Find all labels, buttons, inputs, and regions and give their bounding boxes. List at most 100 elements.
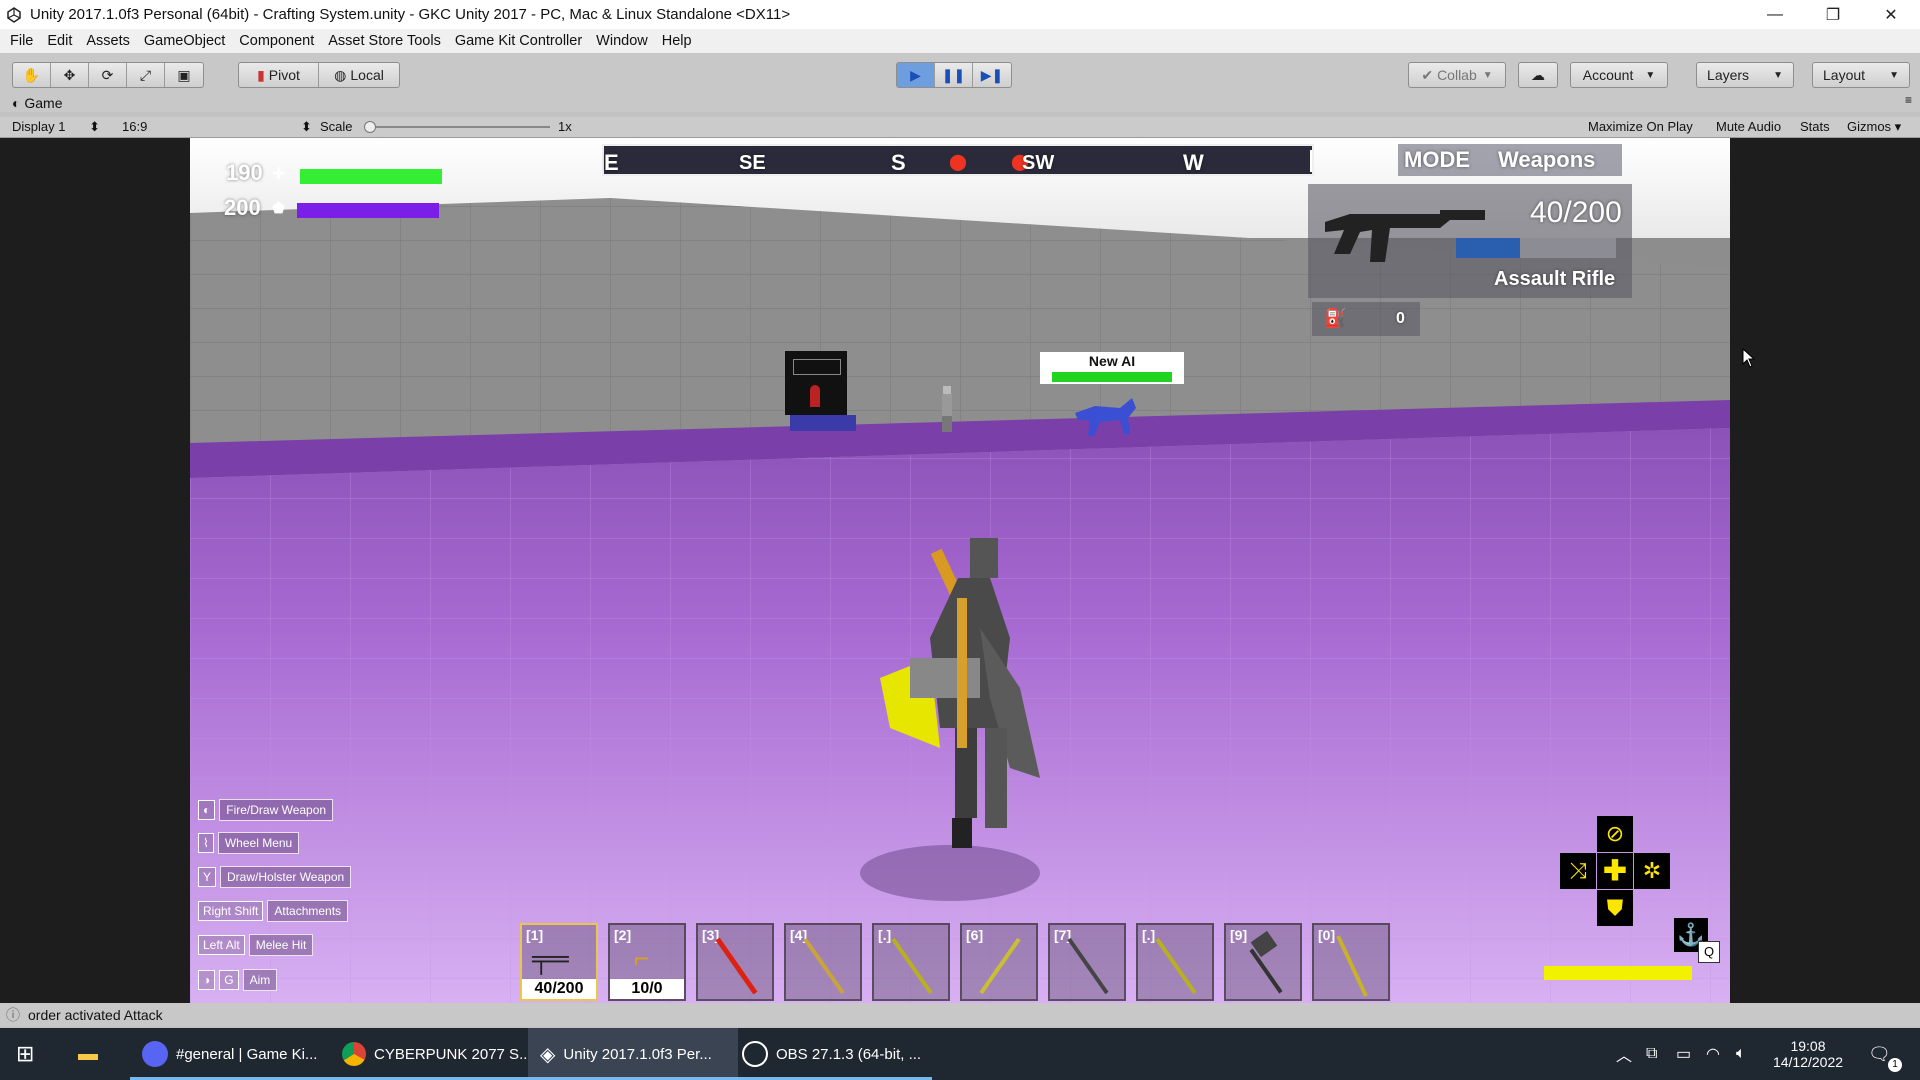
mouse-cursor-icon <box>1742 348 1756 368</box>
eye-slash-icon[interactable]: ⊘ <box>1597 816 1633 852</box>
mouse-wheel-icon: ⌇ <box>198 833 214 853</box>
battery-icon[interactable]: ▭ <box>1676 1028 1691 1080</box>
enemy-name-label: New AI <box>1040 352 1184 370</box>
slot-number: [1] <box>526 927 544 943</box>
menu-asset-store-tools[interactable]: Asset Store Tools <box>321 33 448 49</box>
menu-file[interactable]: File <box>3 33 40 49</box>
wifi-icon[interactable]: ◠ <box>1706 1028 1720 1080</box>
inventory-slot-2[interactable]: [2] ⌐ 10/0 <box>608 923 686 1001</box>
game-scene[interactable]: New AI 190 ✚ 200 ⬟ E SE S ⬤ ⬤ SW W MODE … <box>190 138 1730 1003</box>
gizmos-dropdown[interactable]: Gizmos ▾ <box>1847 119 1901 135</box>
atom-icon[interactable]: ✲ <box>1634 853 1670 889</box>
task-chrome-label: CYBERPUNK 2077 S... <box>374 1045 532 1063</box>
step-button[interactable]: ▶❚ <box>973 63 1011 87</box>
play-controls: ▶ ❚❚ ▶❚ <box>896 62 1012 88</box>
local-button[interactable]: ◍ Local <box>319 63 399 87</box>
hint-wheel-label: Wheel Menu <box>217 832 300 854</box>
layers-dropdown[interactable]: Layers ▼ <box>1696 62 1794 88</box>
pause-button[interactable]: ❚❚ <box>935 63 973 87</box>
health-value: 190 <box>226 160 263 185</box>
hint-melee: Left Alt Melee Hit <box>198 933 314 957</box>
obs-icon <box>742 1041 768 1067</box>
notification-icon[interactable]: 🗨︎ <box>1868 1028 1891 1080</box>
slot-number: [.] <box>878 927 892 943</box>
pivot-toggles: ▮ Pivot ◍ Local <box>238 62 400 88</box>
task-obs[interactable]: OBS 27.1.3 (64-bit, ... <box>732 1028 932 1080</box>
grenade-icon: ⛽ <box>1324 308 1347 328</box>
close-button[interactable]: ✕ <box>1862 0 1920 29</box>
move-tool-icon[interactable]: ✥ <box>51 63 89 87</box>
scale-slider-thumb[interactable] <box>364 121 376 133</box>
heal-plus-icon[interactable]: ✚ <box>1597 853 1633 889</box>
cloud-button[interactable]: ☁ <box>1518 62 1558 88</box>
task-discord[interactable]: #general | Game Ki... <box>130 1028 332 1080</box>
maximize-on-play-toggle[interactable]: Maximize On Play <box>1588 119 1693 134</box>
shuffle-icon[interactable]: ⤨ <box>1560 853 1596 889</box>
inventory-slot-1[interactable]: [1] ╤═ 40/200 <box>520 923 598 1001</box>
aspect-dropdown[interactable]: 16:9 ⬍ <box>122 119 312 135</box>
stats-toggle[interactable]: Stats <box>1800 119 1830 134</box>
hint-wheel-menu: ⌇ Wheel Menu <box>198 831 300 855</box>
inventory-slot-7[interactable]: [7] <box>1048 923 1126 1001</box>
gizmos-label: Gizmos <box>1847 119 1892 134</box>
inventory-slot-6[interactable]: [6] <box>960 923 1038 1001</box>
inventory-slot-10[interactable]: [0] <box>1312 923 1390 1001</box>
file-explorer-button[interactable]: ▬ <box>78 1028 108 1080</box>
display-dropdown[interactable]: Display 1 ⬍ <box>12 119 100 135</box>
inventory-slot-4[interactable]: [4] <box>784 923 862 1001</box>
menu-edit[interactable]: Edit <box>40 33 79 49</box>
discord-icon <box>142 1041 168 1067</box>
menu-game-kit-controller[interactable]: Game Kit Controller <box>448 33 589 49</box>
hint-fire-label: Fire/Draw Weapon <box>219 799 334 821</box>
inventory-slot-3[interactable]: [3] <box>696 923 774 1001</box>
tray-chevron-icon[interactable]: ︿ <box>1616 1028 1632 1080</box>
scale-slider[interactable] <box>364 121 550 133</box>
panel-menu-icon[interactable]: ≡ <box>1905 93 1912 107</box>
inventory-slot-8[interactable]: [.] <box>1136 923 1214 1001</box>
mute-audio-toggle[interactable]: Mute Audio <box>1716 119 1781 134</box>
menu-assets[interactable]: Assets <box>79 33 137 49</box>
rotate-tool-icon[interactable]: ⟳ <box>89 63 127 87</box>
ammo-bar-fill <box>1456 238 1520 258</box>
compass-se: SE <box>739 152 766 174</box>
sword-icon <box>1155 937 1197 995</box>
play-button[interactable]: ▶ <box>897 63 935 87</box>
start-button[interactable]: ⊞ <box>16 1028 44 1080</box>
inventory-slot-5[interactable]: [.] <box>872 923 950 1001</box>
game-tab[interactable]: ◐ Game <box>12 95 62 111</box>
layout-dropdown[interactable]: Layout ▼ <box>1812 62 1910 88</box>
inventory-slot-9[interactable]: [9] <box>1224 923 1302 1001</box>
scale-tool-icon[interactable]: ⤢ <box>127 63 165 87</box>
mouse-right-icon: ◑ <box>198 970 216 990</box>
task-unity[interactable]: ◈ Unity 2017.1.0f3 Per... <box>528 1028 738 1080</box>
hand-tool-icon[interactable]: ✋ <box>13 63 51 87</box>
shield-power-icon[interactable]: ⛊ <box>1597 890 1633 926</box>
rect-tool-icon[interactable]: ▣ <box>165 63 203 87</box>
task-chrome[interactable]: CYBERPUNK 2077 S... <box>330 1028 532 1080</box>
restore-button[interactable]: ❐ <box>1804 0 1862 29</box>
slot-number: [6] <box>966 927 984 943</box>
windows-logo-icon: ⊞ <box>16 1041 35 1066</box>
health-bar <box>300 169 442 184</box>
account-dropdown[interactable]: Account ▼ <box>1570 62 1668 88</box>
status-bar: ⓘ order activated Attack <box>0 1003 1920 1027</box>
volume-icon[interactable]: 🔈︎ <box>1736 1028 1746 1080</box>
menu-gameobject[interactable]: GameObject <box>137 33 232 49</box>
tray-app-icon[interactable]: ⧉ <box>1646 1028 1657 1080</box>
pivot-button[interactable]: ▮ Pivot <box>239 63 319 87</box>
weapon-name: Assault Rifle <box>1494 268 1616 290</box>
game-viewport[interactable]: New AI 190 ✚ 200 ⬟ E SE S ⬤ ⬤ SW W MODE … <box>0 138 1920 1003</box>
pause-icon: ❚❚ <box>941 66 966 83</box>
clock[interactable]: 19:08 14/12/2022 <box>1772 1028 1844 1080</box>
menu-component[interactable]: Component <box>232 33 321 49</box>
menu-window[interactable]: Window <box>589 33 655 49</box>
shield-value: 200 <box>224 195 261 220</box>
minimize-button[interactable]: — <box>1746 0 1804 29</box>
hammer-handle-icon <box>1249 948 1283 994</box>
hint-draw-label: Draw/Holster Weapon <box>220 866 352 888</box>
hint-aim-label: Aim <box>242 969 278 991</box>
menu-help[interactable]: Help <box>655 33 699 49</box>
unity-icon: ◈ <box>540 1043 556 1066</box>
collab-dropdown[interactable]: ✔ Collab ▼ <box>1408 62 1506 88</box>
slot-amount: 40/200 <box>522 979 596 999</box>
